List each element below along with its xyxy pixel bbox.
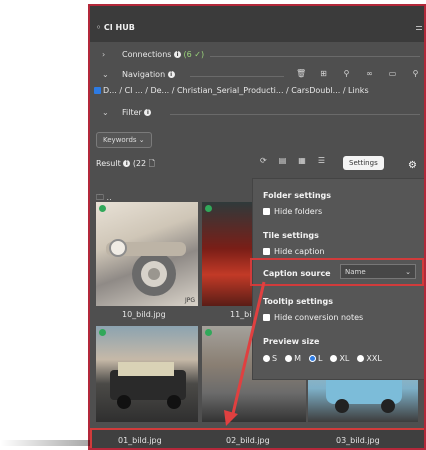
car-image xyxy=(110,362,186,409)
preview-size-m[interactable]: M xyxy=(285,354,301,363)
keywords-dropdown[interactable]: Keywords ⌄ xyxy=(96,132,152,148)
tile-settings-heading: Tile settings xyxy=(263,231,319,240)
chevron-down-icon[interactable]: ⌄ xyxy=(102,70,109,79)
info-icon: i xyxy=(173,51,181,58)
car-image xyxy=(106,239,186,296)
check-icon xyxy=(205,329,212,336)
info-icon: i xyxy=(144,109,152,116)
check-icon xyxy=(205,205,212,212)
filter-row[interactable]: ⌄ Filter i xyxy=(90,108,424,120)
preview-size-options: S M L XL XXL xyxy=(263,354,382,363)
chevron-right-icon[interactable]: › xyxy=(102,50,105,59)
result-toolbar: ⟳ ▤ ▦ ☰ xyxy=(260,156,325,165)
list-view-icon[interactable]: ▤ xyxy=(279,156,287,165)
panel-title: ◦ CI HUB xyxy=(96,23,135,32)
ci-hub-panel: ◦ CI HUB › Connections i (6 ✓) ⌄ Navigat… xyxy=(88,4,426,450)
add-icon[interactable]: ⊞ xyxy=(319,69,328,78)
info-icon: i xyxy=(123,160,131,167)
preview-size-l[interactable]: L xyxy=(308,354,322,363)
info-icon: i xyxy=(167,71,175,78)
panel-titlebar: ◦ CI HUB xyxy=(90,6,424,42)
hide-caption-checkbox[interactable]: Hide caption xyxy=(263,247,324,256)
preview-size-xl[interactable]: XL xyxy=(330,354,349,363)
connections-row[interactable]: › Connections i (6 ✓) xyxy=(90,50,424,62)
grid-view-icon[interactable]: ▦ xyxy=(298,156,306,165)
trash-icon[interactable]: 🗑 xyxy=(296,69,306,78)
thumbnail-01[interactable] xyxy=(96,326,198,422)
panel-menu-icon[interactable] xyxy=(416,26,422,27)
thumbnail-caption: 11_bi xyxy=(230,310,252,319)
zoom-icon[interactable]: ⚲ xyxy=(342,69,351,78)
navigation-label: Navigation i xyxy=(122,70,175,79)
refresh-icon[interactable]: ⟳ xyxy=(260,156,267,165)
breadcrumb[interactable]: D... / CI ... / De... / Christian_Serial… xyxy=(94,86,369,95)
link-icon[interactable]: ∞ xyxy=(365,69,374,78)
thumbnail-10[interactable]: JPG xyxy=(96,202,198,306)
panel-shadow xyxy=(0,440,90,446)
folder-settings-heading: Folder settings xyxy=(263,191,332,200)
location-icon xyxy=(94,87,101,94)
search-icon[interactable]: ⚲ xyxy=(411,69,420,78)
caption-highlight xyxy=(90,428,424,448)
settings-tooltip: Settings xyxy=(343,156,384,170)
thumbnail-11[interactable] xyxy=(202,202,254,306)
caption-source-highlight xyxy=(250,258,424,286)
file-icon: 🗋 xyxy=(148,159,156,168)
folder-icon[interactable]: ▭ xyxy=(388,69,397,78)
hide-folders-checkbox[interactable]: Hide folders xyxy=(263,207,322,216)
chevron-down-icon[interactable]: ⌄ xyxy=(102,108,109,117)
gear-icon[interactable]: ⚙ xyxy=(408,160,417,171)
hide-conversion-notes-checkbox[interactable]: Hide conversion notes xyxy=(263,313,363,322)
navigation-toolbar: 🗑 ⊞ ⚲ ∞ ▭ ⚲ xyxy=(296,69,420,78)
details-view-icon[interactable]: ☰ xyxy=(318,156,325,165)
result-label: Result i (22 🗋 xyxy=(96,159,156,168)
preview-size-xxl[interactable]: XXL xyxy=(357,354,382,363)
connections-label: Connections i (6 ✓) xyxy=(122,50,205,59)
preview-size-s[interactable]: S xyxy=(263,354,277,363)
filter-label: Filter i xyxy=(122,108,152,117)
navigation-row[interactable]: ⌄ Navigation i 🗑 ⊞ ⚲ ∞ ▭ ⚲ xyxy=(90,69,424,82)
tooltip-settings-heading: Tooltip settings xyxy=(263,297,333,306)
file-type-badge: JPG xyxy=(184,297,195,304)
preview-size-heading: Preview size xyxy=(263,337,320,346)
thumbnail-caption: 10_bild.jpg xyxy=(122,310,166,319)
